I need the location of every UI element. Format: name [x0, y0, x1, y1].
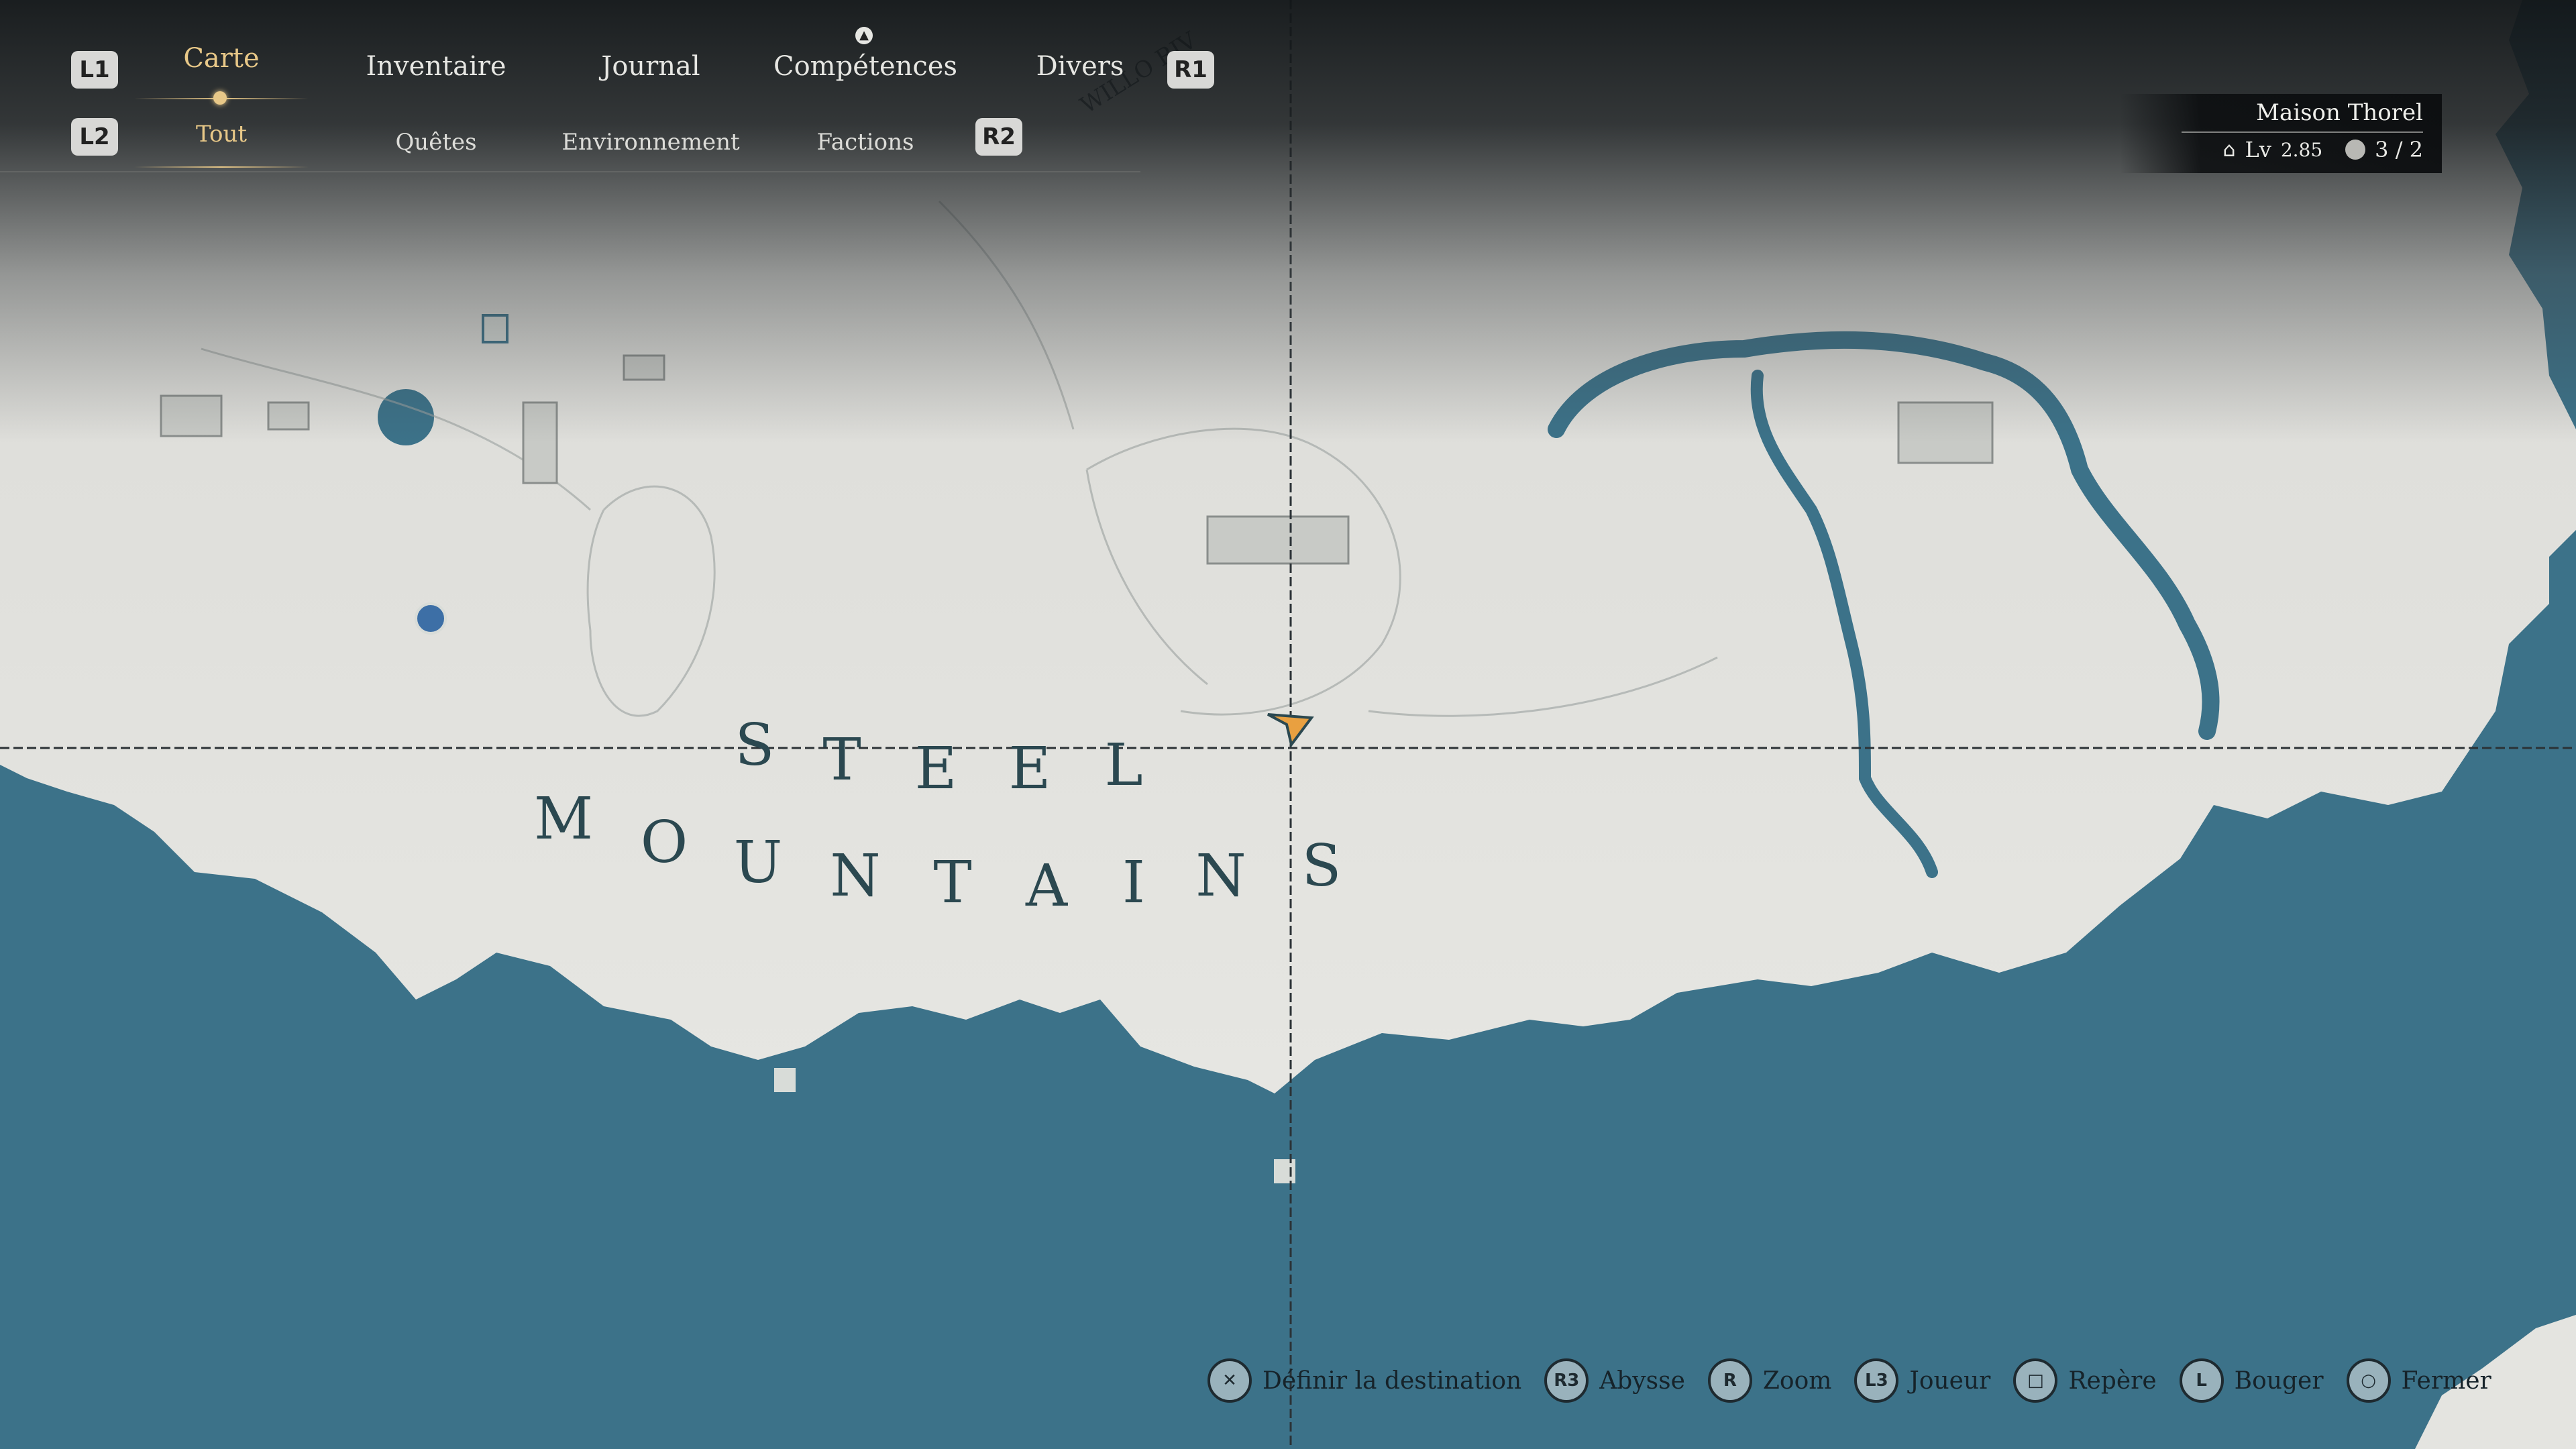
left-stick-icon: L [2179, 1358, 2224, 1403]
region-label-letter: O [641, 809, 688, 876]
region-label-letter: E [1009, 735, 1051, 802]
location-stats: ⌂ Lv 2.85 3 / 2 [2222, 137, 2423, 162]
region-label-letter: U [734, 829, 782, 896]
circle-button-icon: ○ [2346, 1358, 2391, 1403]
hint-move[interactable]: L Bouger [2179, 1358, 2324, 1403]
tab-journal[interactable]: Journal [577, 51, 724, 82]
level-label: Lv [2245, 137, 2271, 162]
subtab-indicator [134, 166, 309, 168]
region-label-letter: I [1122, 849, 1145, 916]
hint-set-destination[interactable]: ✕ Définir la destination [1208, 1358, 1521, 1403]
r2-button[interactable]: R2 [975, 118, 1022, 156]
region-label-letter: T [822, 727, 861, 794]
hint-label: Zoom [1762, 1366, 1832, 1395]
r1-button[interactable]: R1 [1167, 51, 1214, 89]
region-label-letter: L [1104, 732, 1142, 799]
active-tab-dot [213, 91, 227, 105]
subtab-environnement[interactable]: Environnement [550, 129, 751, 156]
lake [378, 389, 434, 445]
cross-button-icon: ✕ [1208, 1358, 1252, 1403]
tab-inventaire[interactable]: Inventaire [349, 51, 523, 82]
region-label-letter: S [735, 712, 775, 779]
subtab-tout[interactable]: Tout [161, 121, 282, 148]
hint-label: Définir la destination [1263, 1366, 1522, 1395]
tab-competences[interactable]: Compétences [758, 51, 973, 82]
hint-label: Abysse [1599, 1366, 1685, 1395]
nav-divider [0, 171, 1140, 172]
l1-button[interactable]: L1 [71, 51, 118, 89]
hint-player[interactable]: L3 Joueur [1854, 1358, 1990, 1403]
subtab-factions[interactable]: Factions [798, 129, 932, 156]
tab-divers[interactable]: Divers [1020, 51, 1140, 82]
hint-close[interactable]: ○ Fermer [2346, 1358, 2491, 1403]
hint-label: Fermer [2401, 1366, 2491, 1395]
location-info-panel: Maison Thorel ⌂ Lv 2.85 3 / 2 [2120, 94, 2442, 173]
region-label-letter: N [830, 843, 880, 910]
location-divider [2182, 131, 2423, 133]
region-label-letter: S [1302, 833, 1342, 900]
hint-zoom[interactable]: R Zoom [1707, 1358, 1832, 1403]
region-label-letter: T [933, 849, 971, 916]
region-label-letter: N [1195, 843, 1246, 910]
subtab-quetes[interactable]: Quêtes [362, 129, 510, 156]
notification-icon: ▲ [855, 27, 873, 44]
hint-label: Repère [2068, 1366, 2157, 1395]
l2-button[interactable]: L2 [71, 118, 118, 156]
hint-label: Bouger [2234, 1366, 2324, 1395]
location-count: 3 / 2 [2375, 137, 2423, 162]
region-label-letter: E [915, 735, 957, 802]
region-label-letter: A [1025, 853, 1068, 920]
hint-label: Joueur [1909, 1366, 1991, 1395]
level-value: 2.85 [2280, 138, 2323, 161]
top-navigation: L1 Carte Inventaire Journal ▲ Compétence… [0, 27, 1275, 174]
square-button-icon: □ [2013, 1358, 2058, 1403]
world-map[interactable]: S T E E LM O U N T A I N S WILLO RIV [0, 0, 2576, 1449]
faction-icon [2345, 140, 2366, 160]
button-hints: ✕ Définir la destination R3 Abysse R Zoo… [1208, 1354, 2491, 1407]
hint-marker[interactable]: □ Repère [2013, 1358, 2157, 1403]
region-label-letter: M [534, 786, 593, 853]
hint-abyss[interactable]: R3 Abysse [1544, 1358, 1685, 1403]
r3-button-icon: R3 [1544, 1358, 1589, 1403]
l3-button-icon: L3 [1854, 1358, 1899, 1403]
location-name: Maison Thorel [2256, 99, 2423, 126]
right-stick-icon: R [1707, 1358, 1752, 1403]
tab-carte[interactable]: Carte [168, 43, 275, 74]
level-icon: ⌂ [2222, 138, 2236, 162]
